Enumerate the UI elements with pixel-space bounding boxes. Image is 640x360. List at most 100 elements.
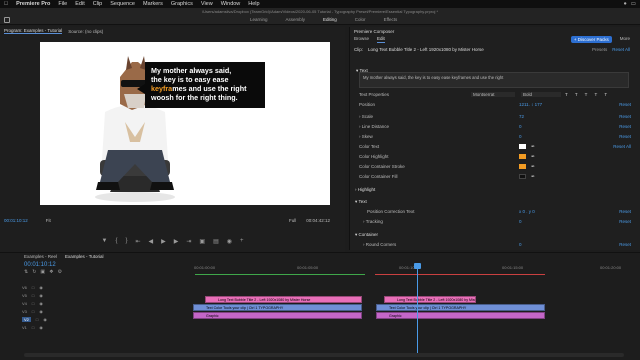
position-value[interactable]: 1211. ↕ 177 xyxy=(519,102,542,107)
lock-icon[interactable]: □ xyxy=(32,309,34,314)
menu-sequence[interactable]: Sequence xyxy=(110,1,135,7)
menu-markers[interactable]: Markers xyxy=(143,1,163,7)
timeline-tools[interactable]: ⇅↻▣❖⚙ xyxy=(24,269,66,275)
position-reset[interactable]: Reset xyxy=(619,102,631,107)
text-style-buttons[interactable]: T T T T T xyxy=(565,92,610,97)
text-content-field[interactable]: My mother always said, the key is to eas… xyxy=(359,72,629,88)
apple-icon[interactable]:  xyxy=(4,1,8,7)
tab-examples-reel[interactable]: Examples - Reel xyxy=(24,254,57,259)
playhead[interactable] xyxy=(414,263,421,353)
tracking-reset[interactable]: Reset xyxy=(619,219,631,224)
font-select[interactable]: Montserrat xyxy=(471,92,515,97)
step-forward-icon[interactable]: ▶ xyxy=(174,238,179,245)
text-bubble[interactable]: My mother always said, the key is to eas… xyxy=(137,62,265,108)
weight-select[interactable]: Bold xyxy=(521,92,561,97)
eyedropper-icon[interactable]: ✒ xyxy=(531,154,535,160)
eye-icon[interactable]: ◉ xyxy=(39,325,43,330)
round-corners-value[interactable]: 0 xyxy=(519,242,522,247)
tab-browse[interactable]: Browse xyxy=(354,36,369,43)
track-v6[interactable]: V6 □ ◉ xyxy=(22,283,92,291)
presets-select[interactable]: Presets xyxy=(592,47,607,52)
clip-graphic-1[interactable]: Graphic xyxy=(193,312,362,319)
scale-reset[interactable]: Reset xyxy=(619,114,631,119)
workspace-learning[interactable]: Learning xyxy=(247,17,271,22)
eye-icon[interactable]: ◉ xyxy=(43,317,47,322)
eye-icon[interactable]: ◉ xyxy=(39,301,43,306)
reset-clip[interactable]: Reset All xyxy=(612,47,630,52)
tab-edit[interactable]: Edit xyxy=(377,36,385,43)
clip-graphic-2[interactable]: Graphic xyxy=(376,312,545,319)
eye-icon[interactable]: ◉ xyxy=(39,309,43,314)
line-distance-value[interactable]: 0 xyxy=(519,124,522,129)
app-name[interactable]: Premiere Pro xyxy=(16,1,50,7)
play-icon[interactable]: ▶ xyxy=(161,238,166,245)
timeline-timecode[interactable]: 00:01:10:12 xyxy=(24,262,56,268)
lock-icon[interactable]: □ xyxy=(32,293,34,298)
quality-select[interactable]: Full xyxy=(289,218,296,223)
menu-window[interactable]: Window xyxy=(221,1,241,7)
track-v4[interactable]: V4 □ ◉ xyxy=(22,299,92,307)
menu-view[interactable]: View xyxy=(201,1,213,7)
lock-icon[interactable]: □ xyxy=(32,325,34,330)
menu-graphics[interactable]: Graphics xyxy=(171,1,193,7)
insert-icon[interactable]: ▣ xyxy=(199,238,205,245)
track-v5[interactable]: V5 □ ◉ xyxy=(22,291,92,299)
zoom-fit-select[interactable]: Fit xyxy=(46,218,51,223)
lock-icon[interactable]: □ xyxy=(36,317,38,322)
text-section-2[interactable]: ▾ Text xyxy=(349,197,640,206)
skew-reset[interactable]: Reset xyxy=(619,134,631,139)
tracking-value[interactable]: 0 xyxy=(519,219,522,224)
eyedropper-icon[interactable]: ✒ xyxy=(531,174,535,180)
lock-icon[interactable]: □ xyxy=(32,301,34,306)
workspace-color[interactable]: Color xyxy=(352,17,369,22)
tab-program[interactable]: Program: Examples - Tutorial xyxy=(4,28,63,34)
clip-title-2[interactable]: Long Text Bubble Title 2 - Left 1920x108… xyxy=(384,296,476,303)
video-frame[interactable]: My mother always said, the key is to eas… xyxy=(40,42,330,205)
lock-icon[interactable]: □ xyxy=(32,285,34,290)
eye-icon[interactable]: ◉ xyxy=(39,285,43,290)
eyedropper-icon[interactable]: ✒ xyxy=(531,144,535,150)
playhead-handle[interactable] xyxy=(414,263,421,269)
position-correction-reset[interactable]: Reset xyxy=(619,209,631,214)
in-point-icon[interactable]: { xyxy=(115,238,117,244)
clip-title-1[interactable]: Long Text Bubble Title 2 - Left 1920x108… xyxy=(205,296,362,303)
home-icon[interactable] xyxy=(4,17,10,23)
color-fill-swatch[interactable] xyxy=(519,174,526,179)
track-v3[interactable]: V3 □ ◉ xyxy=(22,307,92,315)
timeline-scrollbar[interactable] xyxy=(24,353,624,357)
export-frame-icon[interactable]: ◉ xyxy=(227,238,232,245)
go-to-out-icon[interactable]: ⇥ xyxy=(186,238,191,245)
color-text-swatch[interactable] xyxy=(519,144,526,149)
track-v1[interactable]: V1 □ ◉ xyxy=(22,323,92,331)
workspace-effects[interactable]: Effects xyxy=(381,17,401,22)
menu-help[interactable]: Help xyxy=(248,1,259,7)
settings-icon[interactable]: + xyxy=(240,238,244,244)
clip-audio-2[interactable]: Text Color Tools your clip | Ctrl 1 TYPO… xyxy=(376,304,545,311)
menu-clip[interactable]: Clip xyxy=(93,1,102,7)
tab-examples-tutorial[interactable]: Examples - Tutorial xyxy=(65,254,104,259)
skew-value[interactable]: 0 xyxy=(519,134,522,139)
eyedropper-icon[interactable]: ✒ xyxy=(531,164,535,170)
highlight-section[interactable]: › Highlight xyxy=(349,185,640,194)
track-v2[interactable]: V2 □ ◉ xyxy=(22,315,92,323)
color-stroke-swatch[interactable] xyxy=(519,164,526,169)
menu-edit[interactable]: Edit xyxy=(75,1,84,7)
round-corners-reset[interactable]: Reset xyxy=(619,242,631,247)
line-distance-reset[interactable]: Reset xyxy=(619,124,631,129)
color-highlight-swatch[interactable] xyxy=(519,154,526,159)
step-back-icon[interactable]: ◀ xyxy=(149,238,154,245)
workspace-editing[interactable]: Editing xyxy=(320,17,340,22)
workspace-assembly[interactable]: Assembly xyxy=(283,17,309,22)
discover-packs-button[interactable]: + Discover Packs xyxy=(570,36,612,43)
scale-value[interactable]: 72 xyxy=(519,114,524,119)
more-menu[interactable]: More xyxy=(620,36,630,43)
out-point-icon[interactable]: } xyxy=(125,238,127,244)
container-section[interactable]: ▾ Container xyxy=(349,230,640,239)
time-ruler[interactable]: 00:01:00:00 00:01:05:00 00:01:10:00 00:0… xyxy=(92,263,621,273)
position-correction-value[interactable]: x 0 . y 0 xyxy=(519,209,535,214)
reset-all-button[interactable]: Reset All xyxy=(613,144,631,149)
menu-file[interactable]: File xyxy=(58,1,67,7)
go-to-in-icon[interactable]: ⇤ xyxy=(135,238,140,245)
overwrite-icon[interactable]: ▤ xyxy=(213,238,219,245)
tab-source[interactable]: Source: (no clips) xyxy=(68,29,103,34)
